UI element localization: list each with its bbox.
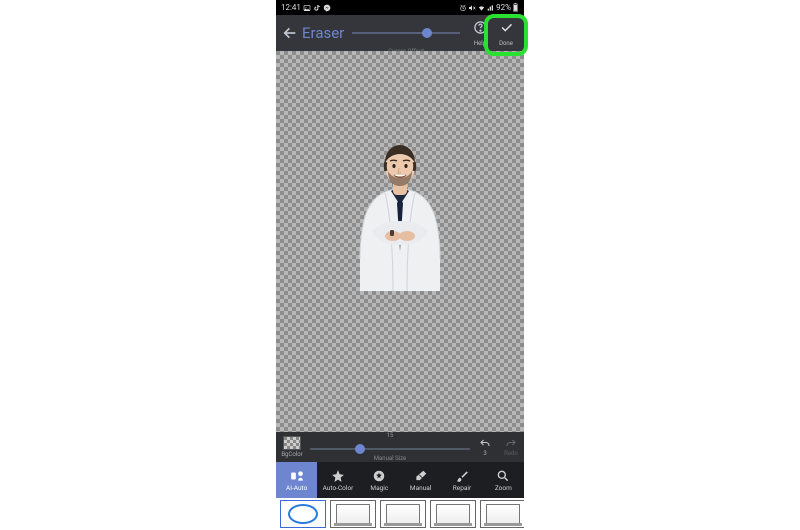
thumbnail-4[interactable] [430, 500, 476, 528]
tool-zoom[interactable]: Zoom [483, 462, 524, 498]
tool-label: Zoom [495, 484, 512, 492]
tool-label: Magic [370, 484, 388, 492]
ai-auto-icon [289, 469, 305, 483]
undo-count: 3 [483, 450, 486, 457]
bgcolor-button[interactable]: BgColor [278, 436, 306, 458]
secondary-bar: BgColor 15 Manual Size 3 Redo [276, 432, 524, 462]
image-icon [303, 4, 311, 12]
manual-size-label: Manual Size [374, 455, 406, 462]
messenger-icon [323, 4, 331, 12]
undo-button[interactable]: 3 [474, 432, 496, 462]
tool-label: Auto-Color [323, 484, 354, 492]
tool-manual[interactable]: Manual [400, 462, 441, 498]
zoom-icon [495, 469, 511, 483]
manual-size-slider[interactable]: 15 Manual Size [310, 432, 470, 462]
tool-auto-color[interactable]: Auto-Color [317, 462, 358, 498]
thumbnail-3[interactable] [380, 500, 426, 528]
status-battery-pct: 92% [496, 3, 511, 12]
tool-ai-auto[interactable]: AI-Auto [276, 462, 317, 498]
tiktok-icon [313, 4, 321, 12]
cutout-subject [350, 141, 450, 291]
toolbar: Eraser Cursor Offset Help Done [276, 15, 524, 51]
phone-frame: 12:41 92% Eraser Cursor Offset [276, 0, 524, 530]
brush-icon [454, 469, 470, 483]
tools-row: AI-Auto Auto-Color Magic Manual Repair Z… [276, 462, 524, 498]
thumbnails-row[interactable] [276, 498, 524, 530]
tool-label: Manual [410, 484, 432, 492]
thumbnail-1[interactable] [280, 500, 326, 528]
signal-icon [487, 4, 495, 12]
help-label: Help [468, 40, 492, 47]
done-button[interactable]: Done [492, 20, 520, 47]
status-time: 12:41 [281, 3, 301, 12]
tool-repair[interactable]: Repair [441, 462, 482, 498]
magic-icon [371, 469, 387, 483]
battery-icon [512, 3, 519, 12]
alarm-icon [459, 4, 467, 12]
cursor-offset-slider[interactable]: Cursor Offset [352, 23, 460, 43]
redo-label: Redo [504, 450, 518, 457]
mute-icon [468, 4, 476, 12]
eraser-icon [413, 469, 429, 483]
status-bar: 12:41 92% [276, 0, 524, 15]
back-button[interactable] [280, 23, 300, 43]
manual-size-value: 15 [387, 432, 394, 439]
redo-button[interactable]: Redo [500, 432, 522, 462]
thumbnail-5[interactable] [480, 500, 524, 528]
toolbar-title: Eraser [302, 24, 344, 42]
star-icon [330, 469, 346, 483]
bgcolor-label: BgColor [281, 451, 302, 458]
bgcolor-swatch [283, 436, 301, 450]
thumbnail-2[interactable] [330, 500, 376, 528]
help-button[interactable]: Help [468, 20, 492, 47]
wifi-icon [477, 4, 486, 12]
tool-magic[interactable]: Magic [359, 462, 400, 498]
done-label: Done [492, 40, 520, 47]
tool-label: AI-Auto [286, 484, 307, 492]
tool-label: Repair [453, 484, 471, 492]
editor-canvas[interactable] [276, 51, 524, 432]
